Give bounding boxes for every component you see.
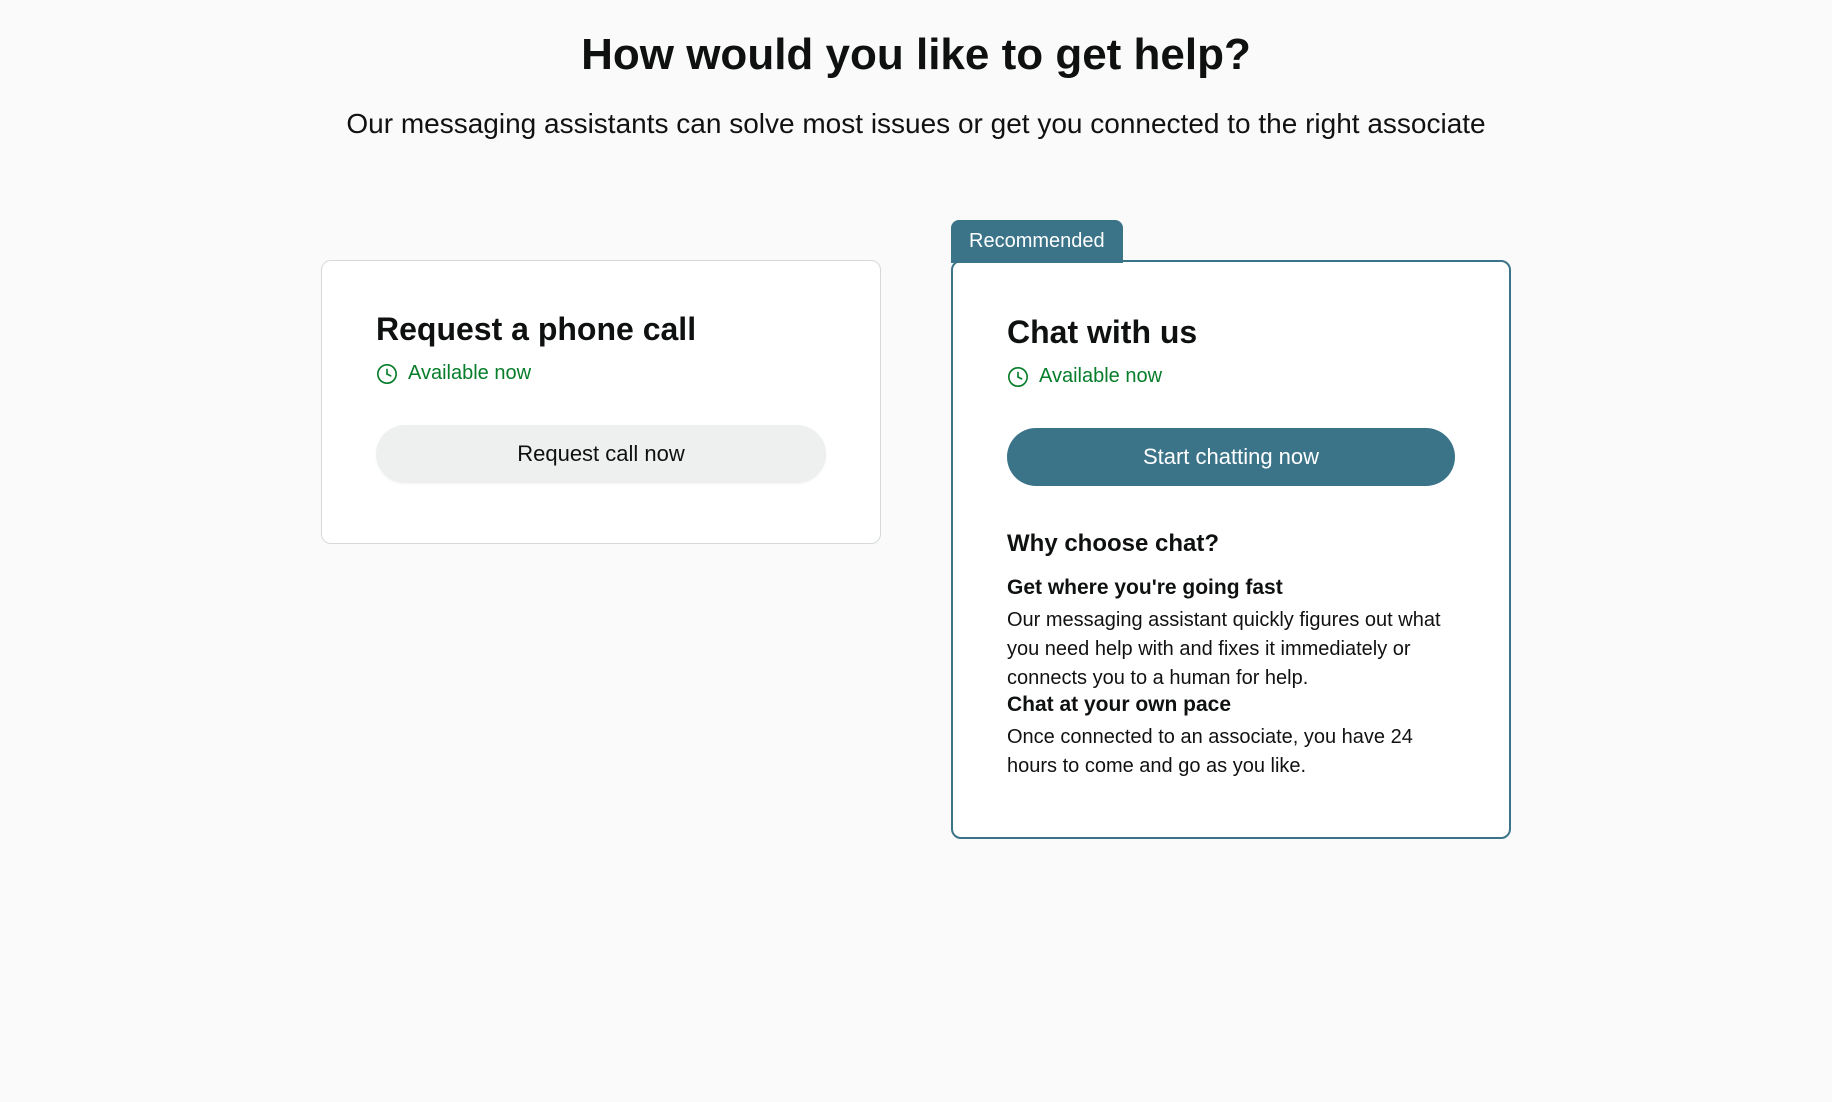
why-choose-chat-title: Why choose chat? bbox=[1007, 530, 1455, 558]
phone-card-title: Request a phone call bbox=[376, 311, 826, 348]
chat-card-title: Chat with us bbox=[1007, 314, 1455, 351]
phone-status-row: Available now bbox=[376, 362, 826, 385]
phone-call-card: Request a phone call Available now Reque… bbox=[321, 260, 881, 544]
clock-icon bbox=[376, 363, 398, 385]
benefit-text: Our messaging assistant quickly figures … bbox=[1007, 606, 1455, 693]
chat-status-text: Available now bbox=[1039, 365, 1162, 388]
phone-status-text: Available now bbox=[408, 362, 531, 385]
chat-card-wrapper: Recommended Chat with us Available now S… bbox=[951, 220, 1511, 839]
request-call-button[interactable]: Request call now bbox=[376, 425, 826, 483]
page-title: How would you like to get help? bbox=[246, 30, 1586, 80]
chat-card: Chat with us Available now Start chattin… bbox=[951, 260, 1511, 839]
chat-status-row: Available now bbox=[1007, 365, 1455, 388]
cards-row: Request a phone call Available now Reque… bbox=[246, 220, 1586, 839]
clock-icon bbox=[1007, 366, 1029, 388]
benefit-block: Chat at your own pace Once connected to … bbox=[1007, 693, 1455, 781]
benefit-text: Once connected to an associate, you have… bbox=[1007, 723, 1455, 781]
benefit-title: Chat at your own pace bbox=[1007, 693, 1455, 717]
benefit-title: Get where you're going fast bbox=[1007, 576, 1455, 600]
start-chatting-button[interactable]: Start chatting now bbox=[1007, 428, 1455, 486]
recommended-badge: Recommended bbox=[951, 220, 1123, 263]
benefit-block: Get where you're going fast Our messagin… bbox=[1007, 576, 1455, 693]
page-subtitle: Our messaging assistants can solve most … bbox=[246, 108, 1586, 140]
